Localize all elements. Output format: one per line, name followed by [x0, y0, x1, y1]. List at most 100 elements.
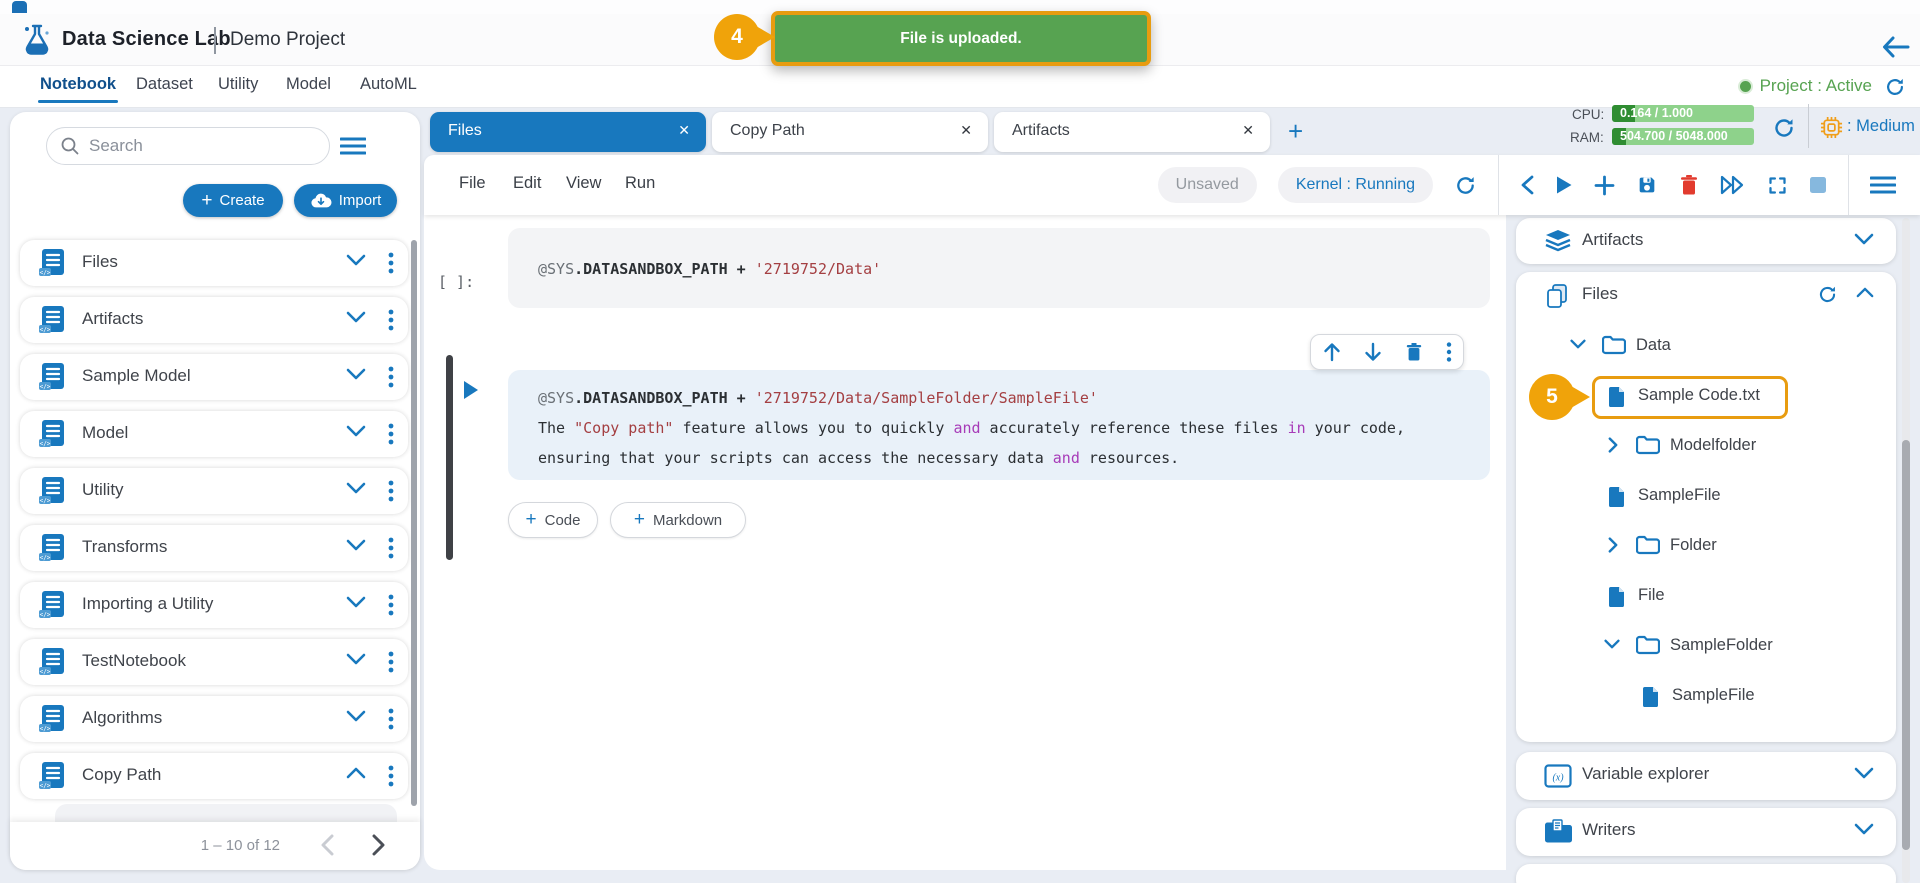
chevron-left-icon[interactable] [320, 834, 334, 856]
refresh-icon[interactable] [1884, 76, 1906, 98]
doc-tab-copy-path[interactable]: Copy Path ✕ [712, 112, 988, 152]
chevron-left-icon[interactable] [1520, 175, 1534, 195]
nav-tab-utility[interactable]: Utility [218, 75, 258, 94]
menu-run[interactable]: Run [625, 174, 655, 193]
chevron-down-icon[interactable] [346, 596, 366, 608]
artifacts-panel[interactable]: Artifacts [1516, 218, 1896, 264]
fullscreen-icon[interactable] [1767, 175, 1788, 196]
tree-file-samplefile-nested[interactable]: SampleFile [1516, 672, 1896, 722]
sidebar-item-sample-model[interactable]: </> Sample Model [20, 354, 408, 400]
kebab-icon[interactable] [1446, 342, 1452, 362]
sidebar-item-files[interactable]: </> Files [20, 240, 408, 286]
run-cell-icon[interactable] [1555, 175, 1573, 195]
writers-panel[interactable]: Writers [1516, 808, 1896, 856]
menu-file[interactable]: File [459, 174, 486, 193]
add-code-button[interactable]: + Code [508, 502, 598, 538]
right-panel-scrollbar-thumb[interactable] [1902, 440, 1910, 850]
code-cell-1[interactable]: @SYS.DATASANDBOX_PATH + '2719752/Data' [508, 228, 1490, 308]
tree-folder-folder[interactable]: Folder [1516, 522, 1896, 572]
tree-file-file[interactable]: File [1516, 572, 1896, 622]
nav-tab-model[interactable]: Model [286, 75, 331, 94]
kebab-icon[interactable] [388, 480, 394, 502]
doc-tab-artifacts[interactable]: Artifacts ✕ [994, 112, 1270, 152]
kebab-icon[interactable] [388, 252, 394, 274]
kebab-icon[interactable] [388, 765, 394, 787]
tree-file-samplefile[interactable]: SampleFile [1516, 472, 1896, 522]
close-icon[interactable]: ✕ [678, 122, 690, 139]
chevron-right-icon[interactable] [372, 834, 386, 856]
chevron-down-icon[interactable] [1854, 823, 1874, 835]
refresh-kernel-icon[interactable] [1454, 174, 1477, 197]
kebab-icon[interactable] [388, 366, 394, 388]
chevron-up-icon[interactable] [346, 767, 366, 779]
kebab-icon[interactable] [388, 651, 394, 673]
sidebar-item-utility[interactable]: </> Utility [20, 468, 408, 514]
menu-icon[interactable] [340, 137, 366, 155]
chevron-down-icon[interactable] [1854, 233, 1874, 245]
close-icon[interactable]: ✕ [960, 122, 972, 139]
chevron-down-icon[interactable] [346, 254, 366, 266]
move-cell-down-icon[interactable] [1364, 342, 1382, 362]
nav-tab-dataset[interactable]: Dataset [136, 75, 193, 94]
menu-view[interactable]: View [566, 174, 601, 193]
delete-cell-icon[interactable] [1679, 174, 1699, 196]
kebab-icon[interactable] [388, 594, 394, 616]
sidebar-item-copy-path[interactable]: </> Copy Path [20, 753, 408, 799]
chevron-down-icon[interactable] [1570, 339, 1586, 349]
tree-folder-modelfolder[interactable]: Modelfolder [1516, 422, 1896, 472]
tree-label: SampleFile [1672, 686, 1755, 705]
tree-folder-samplefolder[interactable]: SampleFolder [1516, 622, 1896, 672]
kebab-icon[interactable] [388, 708, 394, 730]
move-cell-up-icon[interactable] [1323, 342, 1341, 362]
tree-folder-data[interactable]: Data [1516, 322, 1896, 372]
code-cell-2-selected[interactable]: @SYS.DATASANDBOX_PATH + '2719752/Data/Sa… [508, 370, 1490, 480]
chevron-down-icon[interactable] [1854, 767, 1874, 779]
close-icon[interactable]: ✕ [1242, 122, 1254, 139]
chevron-down-icon[interactable] [346, 482, 366, 494]
chevron-down-icon[interactable] [346, 539, 366, 551]
add-markdown-button[interactable]: + Markdown [610, 502, 746, 538]
new-tab-button[interactable]: + [1288, 118, 1303, 144]
chevron-right-icon[interactable] [1608, 537, 1618, 553]
add-cell-icon[interactable] [1594, 175, 1615, 196]
tree-label: File [1638, 586, 1665, 605]
chevron-down-icon[interactable] [346, 311, 366, 323]
refresh-icon[interactable] [1817, 284, 1838, 305]
nav-tab-automl[interactable]: AutoML [360, 75, 417, 94]
trash-icon[interactable] [1405, 342, 1423, 362]
stop-icon[interactable] [1809, 176, 1827, 194]
chevron-down-icon[interactable] [346, 653, 366, 665]
sidebar-item-importing-a-utility[interactable]: </> Importing a Utility [20, 582, 408, 628]
sidebar-item-transforms[interactable]: </> Transforms [20, 525, 408, 571]
nav-tab-notebook[interactable]: Notebook [40, 75, 116, 94]
search-input[interactable] [89, 130, 319, 161]
run-all-icon[interactable] [1720, 175, 1746, 195]
sidebar-scrollbar[interactable] [411, 240, 417, 806]
import-button[interactable]: Import [294, 184, 397, 217]
variable-explorer-panel[interactable]: (x) Variable explorer [1516, 752, 1896, 800]
doc-tab-files[interactable]: Files ✕ [430, 112, 706, 152]
kebab-icon[interactable] [388, 423, 394, 445]
back-arrow-icon[interactable] [1882, 36, 1910, 58]
refresh-icon[interactable] [1772, 116, 1796, 140]
sidebar-item-algorithms[interactable]: </> Algorithms [20, 696, 408, 742]
play-icon[interactable] [464, 381, 478, 399]
chevron-up-icon[interactable] [1856, 287, 1874, 298]
menu-icon[interactable] [1870, 176, 1896, 194]
menu-edit[interactable]: Edit [513, 174, 541, 193]
kebab-icon[interactable] [388, 309, 394, 331]
files-panel-header[interactable]: Files [1516, 272, 1896, 318]
save-icon[interactable] [1636, 174, 1658, 196]
tree-label: Modelfolder [1670, 436, 1756, 455]
sidebar-item-model[interactable]: </> Model [20, 411, 408, 457]
chevron-down-icon[interactable] [346, 368, 366, 380]
sidebar-item-artifacts[interactable]: </> Artifacts [20, 297, 408, 343]
chevron-down-icon[interactable] [1604, 639, 1620, 649]
sidebar-item-testnotebook[interactable]: </> TestNotebook [20, 639, 408, 685]
chevron-down-icon[interactable] [346, 425, 366, 437]
create-button[interactable]: + Create [183, 184, 283, 217]
divider [1498, 155, 1499, 215]
kebab-icon[interactable] [388, 537, 394, 559]
chevron-right-icon[interactable] [1608, 437, 1618, 453]
chevron-down-icon[interactable] [346, 710, 366, 722]
